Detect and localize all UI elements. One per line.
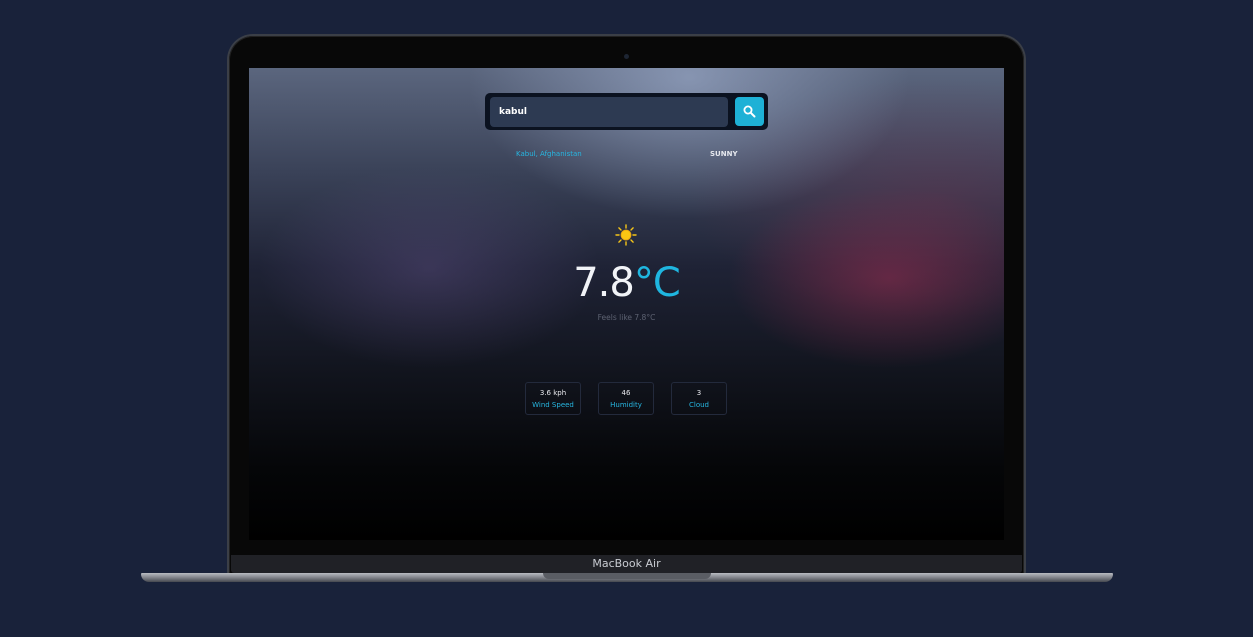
sun-icon — [615, 224, 637, 246]
stat-card-humidity: 46 Humidity — [598, 382, 654, 415]
laptop-notch — [543, 573, 711, 579]
device-label: MacBook Air — [592, 557, 661, 570]
search-button[interactable] — [735, 97, 764, 126]
stat-value: 46 — [621, 389, 631, 397]
temperature-value: 7.8 — [573, 260, 635, 306]
temperature-unit: °C — [633, 260, 681, 306]
camera — [624, 54, 629, 59]
search-input[interactable] — [490, 97, 728, 127]
location-label: Kabul, Afghanistan — [516, 150, 582, 158]
laptop-chin: MacBook Air — [231, 555, 1022, 573]
laptop-lid: Kabul, Afghanistan SUNNY 7.8°C Feels lik… — [229, 36, 1024, 576]
search-icon — [743, 105, 756, 118]
temperature-display: 7.8°C — [249, 260, 1004, 306]
laptop-base — [141, 573, 1113, 582]
stat-card-cloud: 3 Cloud — [671, 382, 727, 415]
condition-label: SUNNY — [710, 150, 738, 158]
stat-label: Cloud — [689, 401, 709, 409]
stat-label: Wind Speed — [532, 401, 574, 409]
stat-value: 3 — [696, 389, 702, 397]
search-bar — [485, 93, 768, 130]
stat-label: Humidity — [610, 401, 642, 409]
stat-value: 3.6 kph — [539, 389, 567, 397]
weather-app-screen: Kabul, Afghanistan SUNNY 7.8°C Feels lik… — [249, 68, 1004, 540]
feels-like-label: Feels like 7.8°C — [597, 313, 656, 322]
stat-card-wind-speed: 3.6 kph Wind Speed — [525, 382, 581, 415]
